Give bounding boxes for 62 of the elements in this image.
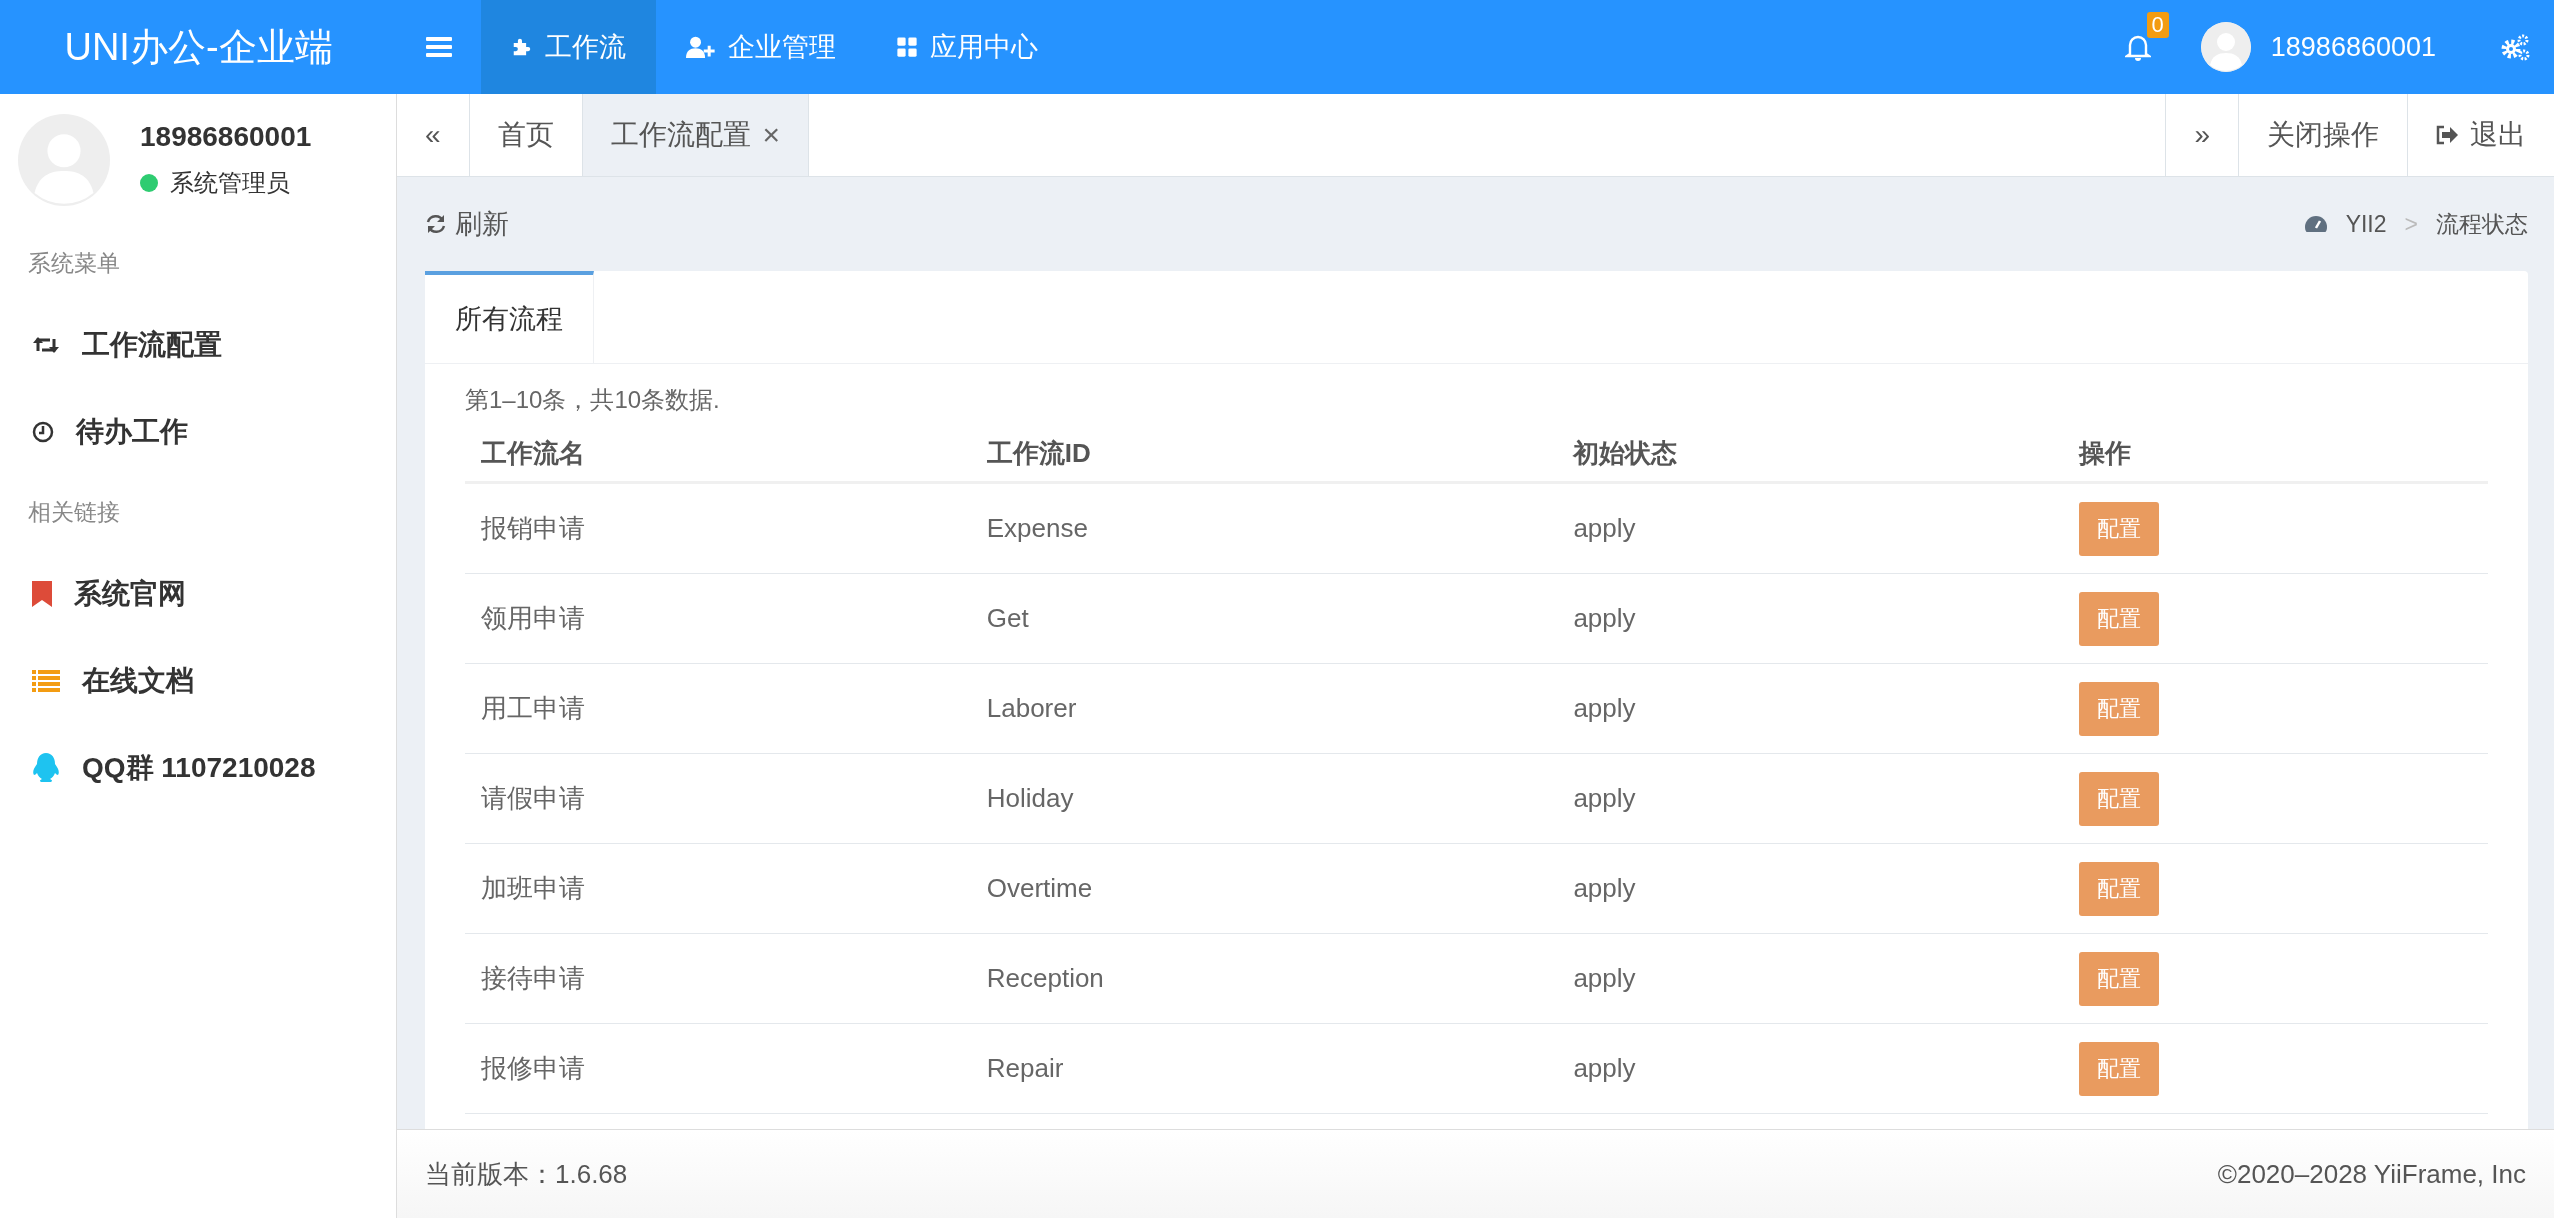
table-cell: Laborer [970, 663, 1558, 754]
user-add-icon [686, 36, 716, 58]
menu-section-title: 系统菜单 [27, 249, 121, 278]
breadcrumb-separator: > [2404, 210, 2418, 238]
table-cell: 请假申请 [465, 753, 971, 844]
table-cell: Repair [970, 1023, 1558, 1114]
user-name: 18986860001 [140, 121, 312, 153]
card-tab[interactable]: 所有流程 [425, 271, 594, 363]
table-cell: 加班申请 [465, 843, 971, 934]
table-cell: apply [1557, 843, 2064, 934]
close-tab-button[interactable]: × [762, 118, 781, 152]
table-cell: apply [1557, 482, 2064, 574]
app-logo-text: UNI办公-企业端 [63, 24, 334, 70]
user-role: 系统管理员 [170, 168, 290, 198]
refresh-icon [425, 213, 447, 235]
breadcrumb-item[interactable]: YII2 [2345, 210, 2387, 238]
sidebar-item[interactable]: 系统官网 [0, 550, 396, 637]
sidebar-item[interactable]: 在线文档 [0, 637, 396, 724]
table-cell: 领用申请 [465, 573, 971, 664]
column-header: 工作流ID [970, 426, 1558, 483]
table-cell: apply [1557, 573, 2064, 664]
summary-text: 第1–10条，共10条数据. [465, 385, 721, 415]
table-cell: Holiday [970, 753, 1558, 844]
table-cell: 用工申请 [465, 663, 971, 754]
breadcrumb-item[interactable]: 流程状态 [2436, 208, 2528, 240]
table-cell: apply [1557, 663, 2064, 754]
online-status-dot [140, 174, 158, 192]
menu-section-title: 相关链接 [27, 498, 121, 527]
column-header: 操作 [2063, 426, 2488, 483]
column-header: 工作流名 [465, 426, 971, 483]
copyright-text: ©2020–2028 YiiFrame, Inc [2217, 1158, 2526, 1190]
dashboard-icon [2303, 214, 2328, 234]
table-cell: apply [1557, 1023, 2064, 1114]
sidebar-item[interactable]: 工作流配置 [0, 301, 396, 388]
menu-icon [426, 36, 452, 58]
avatar-icon[interactable] [2200, 22, 2251, 72]
table-cell: 报修申请 [465, 1023, 971, 1114]
table-cell: apply [1557, 753, 2064, 844]
sidebar-item[interactable]: QQ群 1107210028 [0, 724, 396, 811]
sidebar-item[interactable]: 待办工作 [0, 388, 396, 475]
refresh-button[interactable]: 刷新 [425, 206, 509, 242]
table-cell: Reception [970, 933, 1558, 1024]
bookmark-icon [32, 580, 52, 607]
column-header: 初始状态 [1557, 426, 2064, 483]
list-icon [32, 669, 60, 692]
puzzle-icon [511, 36, 533, 58]
table-cell: 报销申请 [465, 482, 971, 574]
settings-icon[interactable] [2500, 33, 2530, 61]
table-cell: Get [970, 573, 1558, 664]
table-cell: Expense [970, 482, 1558, 574]
notification-count: 0 [2146, 12, 2169, 38]
bell-icon[interactable] [2124, 33, 2151, 61]
version-text: 当前版本：1.6.68 [425, 1157, 628, 1191]
sign-out-icon [2436, 125, 2458, 145]
nav-item[interactable]: 工作流 [481, 0, 656, 94]
table-cell: Overtime [970, 843, 1558, 934]
table-cell: apply [1557, 933, 2064, 1024]
page-tab[interactable]: 工作流配置 × [582, 94, 810, 176]
table-cell: 接待申请 [465, 933, 971, 1024]
penguin-icon [32, 752, 60, 783]
grid-icon [896, 36, 918, 58]
clock-icon [32, 420, 54, 443]
